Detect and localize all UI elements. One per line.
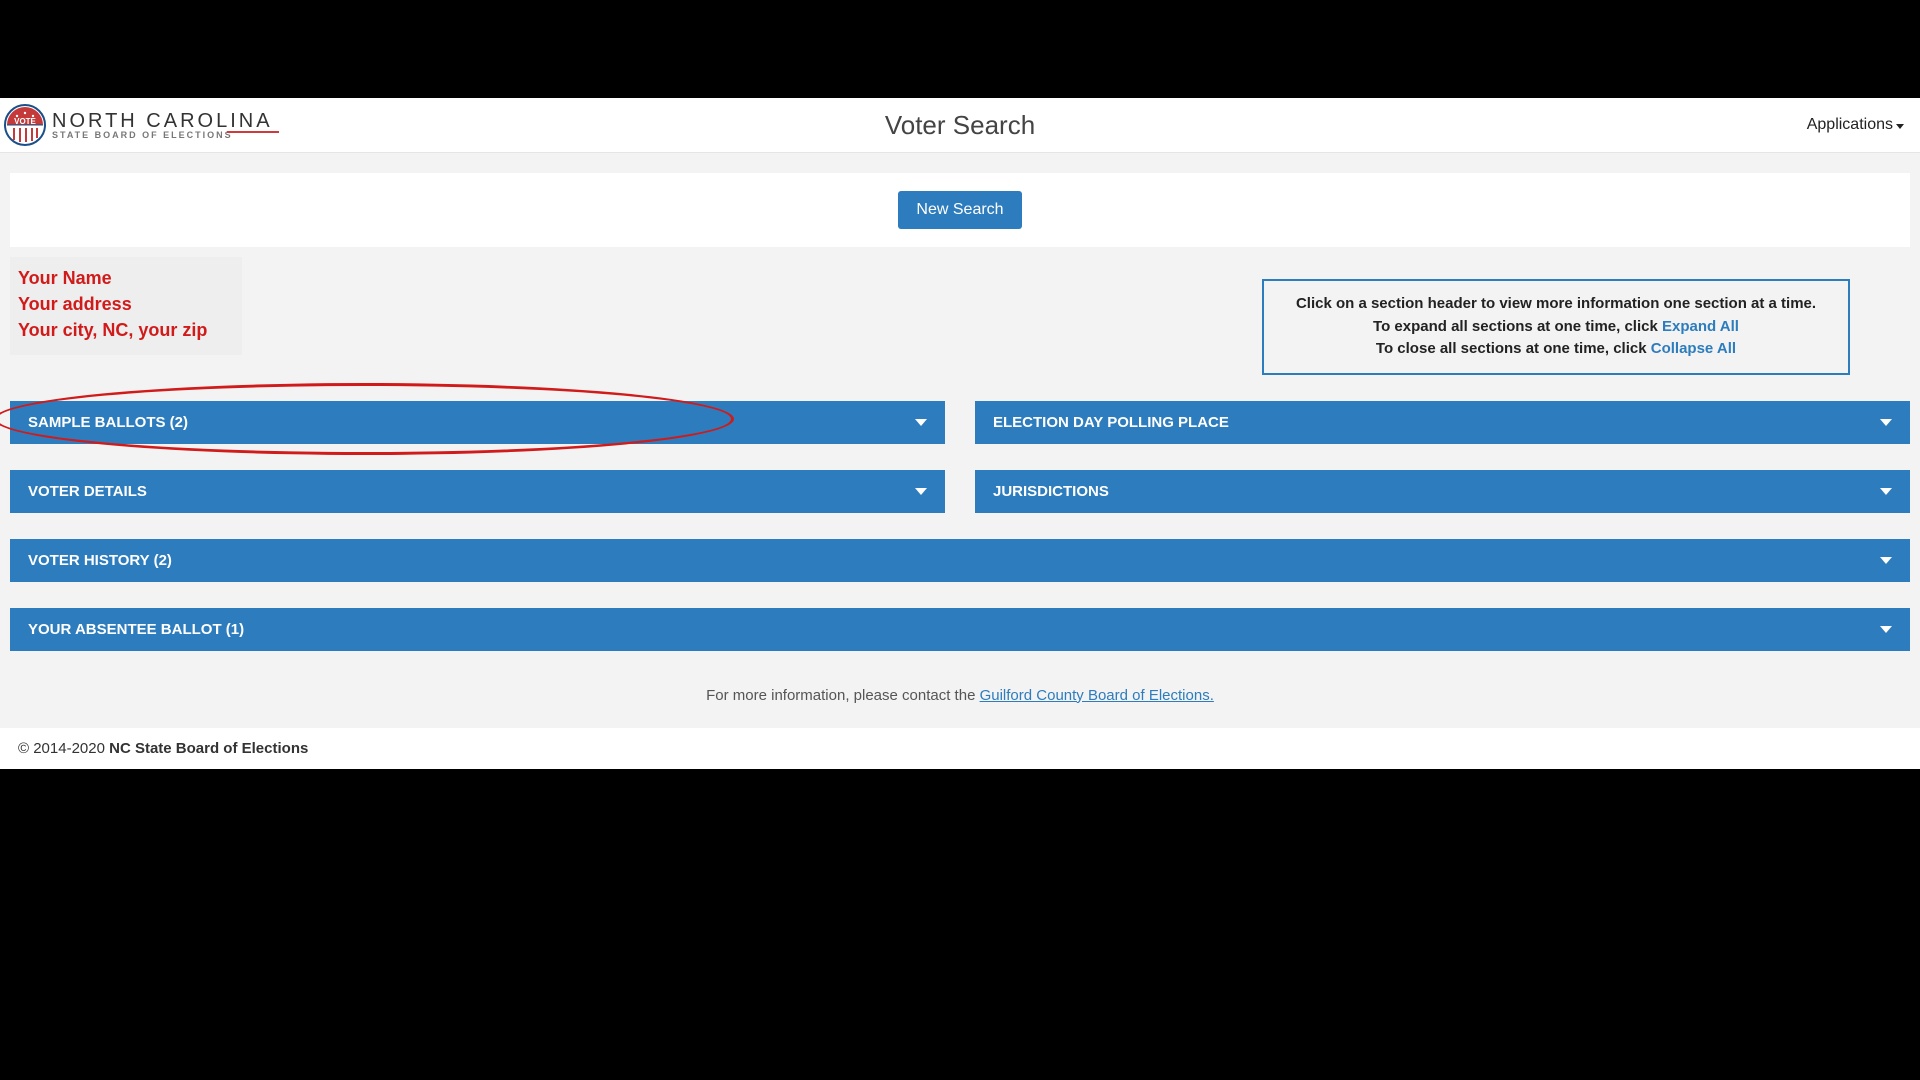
- panel-voter-history[interactable]: VOTER HISTORY (2): [10, 539, 1910, 582]
- more-info-line: For more information, please contact the…: [10, 677, 1910, 728]
- svg-text:VOTE: VOTE: [14, 117, 36, 126]
- panel-label: YOUR ABSENTEE BALLOT (1): [28, 621, 244, 638]
- copyright-text: © 2014-2020: [18, 740, 109, 757]
- panel-voter-details[interactable]: VOTER DETAILS: [10, 470, 945, 513]
- caret-down-icon: [1896, 124, 1904, 129]
- logo-title: NORTH CAROLINA: [52, 111, 273, 131]
- new-search-button[interactable]: New Search: [898, 191, 1021, 229]
- instructions-box: Click on a section header to view more i…: [1262, 279, 1850, 375]
- collapse-all-link[interactable]: Collapse All: [1651, 340, 1736, 357]
- chevron-down-icon: [1880, 557, 1892, 564]
- chevron-down-icon: [915, 419, 927, 426]
- county-board-link[interactable]: Guilford County Board of Elections.: [980, 687, 1214, 704]
- panel-label: VOTER DETAILS: [28, 483, 147, 500]
- top-nav-bar: VOTE NORTH CAROLINA STATE BOARD OF ELECT…: [0, 98, 1920, 153]
- panel-polling-place[interactable]: ELECTION DAY POLLING PLACE: [975, 401, 1910, 444]
- footer-org: NC State Board of Elections: [109, 740, 308, 757]
- applications-label: Applications: [1807, 116, 1893, 134]
- panel-sample-ballots[interactable]: SAMPLE BALLOTS (2): [10, 401, 945, 444]
- applications-dropdown[interactable]: Applications: [1807, 116, 1904, 134]
- chevron-down-icon: [1880, 419, 1892, 426]
- chevron-down-icon: [1880, 626, 1892, 633]
- site-logo[interactable]: VOTE NORTH CAROLINA STATE BOARD OF ELECT…: [4, 104, 273, 146]
- logo-accent-line: [227, 131, 279, 133]
- page-container: VOTE NORTH CAROLINA STATE BOARD OF ELECT…: [0, 98, 1920, 769]
- hint-line-2: To expand all sections at one time, clic…: [1284, 316, 1828, 339]
- panel-jurisdictions[interactable]: JURISDICTIONS: [975, 470, 1910, 513]
- search-action-bar: New Search: [10, 173, 1910, 247]
- vote-seal-icon: VOTE: [4, 104, 46, 146]
- voter-city-line: Your city, NC, your zip: [18, 317, 232, 343]
- panels-container: SAMPLE BALLOTS (2) ELECTION DAY POLLING …: [10, 401, 1910, 651]
- page-title: Voter Search: [885, 110, 1035, 141]
- voter-info-block: Your Name Your address Your city, NC, yo…: [10, 257, 242, 355]
- chevron-down-icon: [1880, 488, 1892, 495]
- panel-label: SAMPLE BALLOTS (2): [28, 414, 188, 431]
- voter-name: Your Name: [18, 265, 232, 291]
- hint-line-3: To close all sections at one time, click…: [1284, 338, 1828, 361]
- voter-meta-row: Your Name Your address Your city, NC, yo…: [10, 257, 1910, 375]
- content-area: New Search Your Name Your address Your c…: [0, 173, 1920, 728]
- panel-label: VOTER HISTORY (2): [28, 552, 172, 569]
- panel-absentee-ballot[interactable]: YOUR ABSENTEE BALLOT (1): [10, 608, 1910, 651]
- panel-label: ELECTION DAY POLLING PLACE: [993, 414, 1229, 431]
- chevron-down-icon: [915, 488, 927, 495]
- page-footer: © 2014-2020 NC State Board of Elections: [0, 728, 1920, 769]
- hint-line-1: Click on a section header to view more i…: [1284, 293, 1828, 316]
- expand-all-link[interactable]: Expand All: [1662, 318, 1739, 335]
- voter-address: Your address: [18, 291, 232, 317]
- panel-label: JURISDICTIONS: [993, 483, 1109, 500]
